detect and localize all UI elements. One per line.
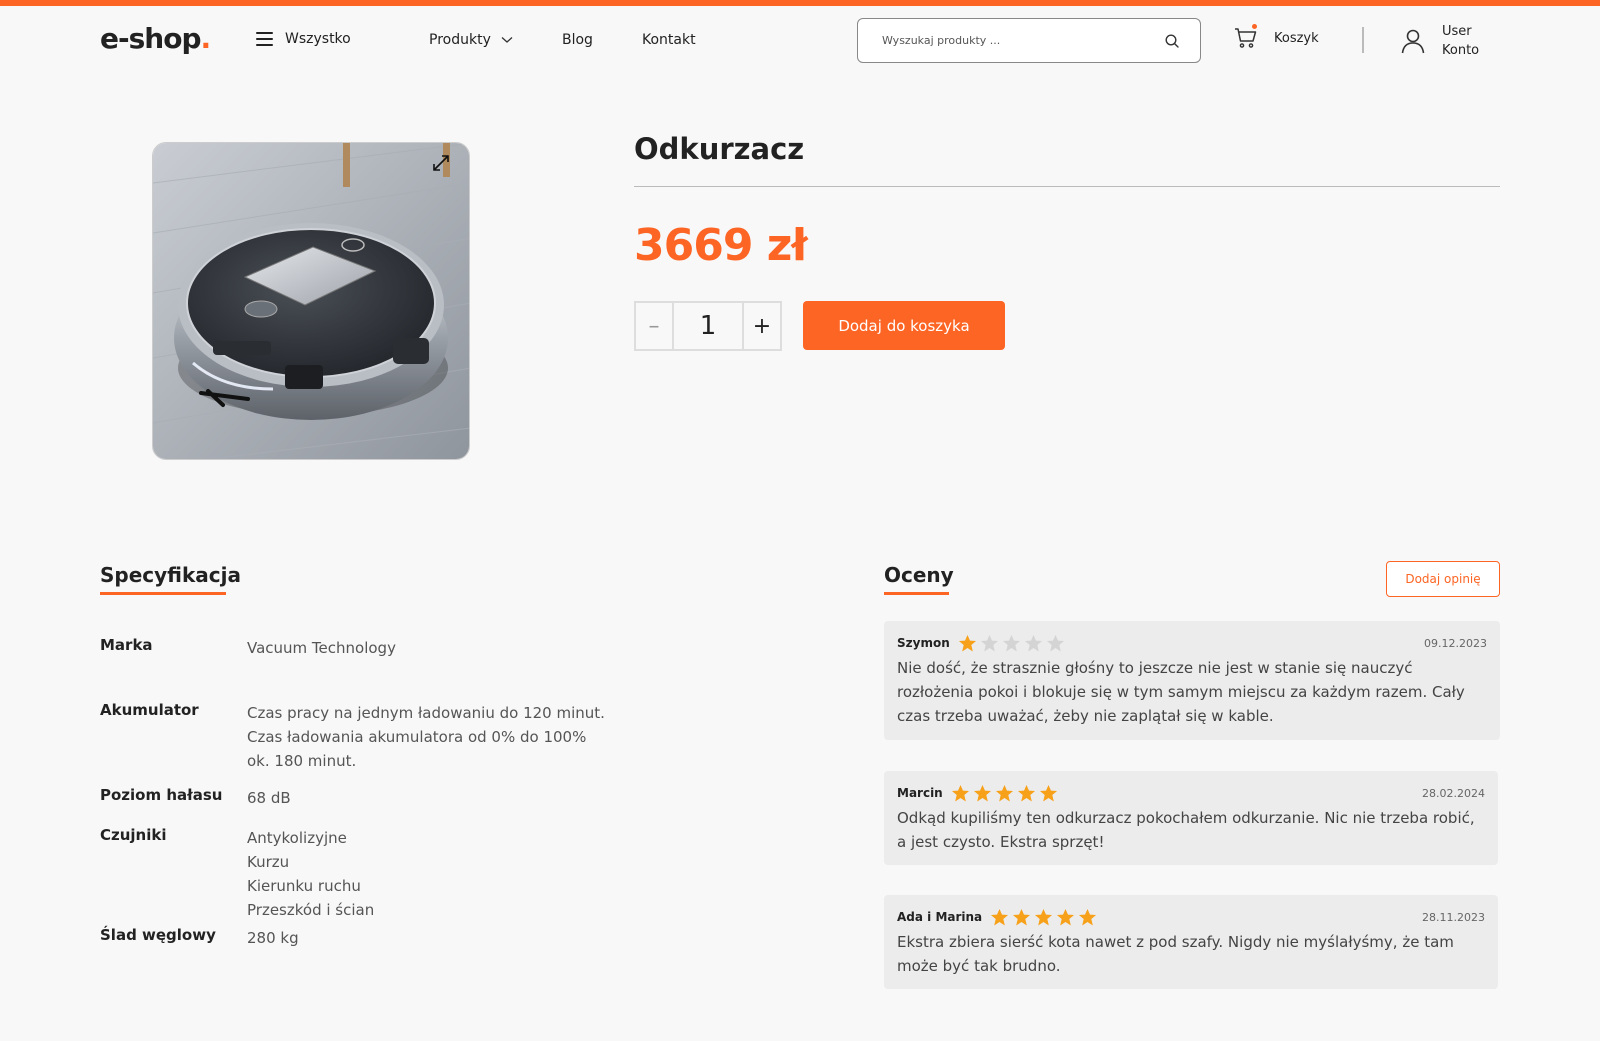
review-card: Marcin 28.02.2024 Odkąd kupiliśmy ten od… [884,771,1498,865]
spec-value-line: Kierunku ruchu [247,877,361,895]
spec-value-line: 280 kg [247,929,299,947]
spec-title-underline [100,592,226,595]
star-filled-icon [958,634,976,651]
title-divider [634,186,1500,187]
spec-row-noise: Poziom hałasu 68 dB [100,786,660,810]
chevron-down-icon [501,37,513,43]
review-text: Nie dość, że strasznie głośny to jeszcze… [897,659,1465,725]
reviews-title-underline [884,592,949,595]
user-icon [1401,29,1425,54]
star-empty-icon [1002,634,1020,651]
spec-key: Marka [100,636,153,654]
spec-key: Poziom hałasu [100,786,223,804]
logo-text: e-shop [100,22,201,55]
spec-value: Vacuum Technology [247,636,396,660]
star-filled-icon [995,784,1013,801]
spec-value-line: Przeszkód i ścian [247,901,375,919]
spec-value-line: Kurzu [247,853,290,871]
add-review-button[interactable]: Dodaj opinię [1386,561,1500,597]
star-rating [958,634,1065,653]
star-rating [990,908,1097,927]
account-konto-label: Konto [1442,43,1480,58]
review-date: 28.11.2023 [1422,910,1485,924]
star-filled-icon [951,784,969,801]
spec-value-line: Czas ładowania akumulatora od 0% do 100% [247,728,587,746]
nav-products-label: Produkty [429,32,491,48]
nav-all-label: Wszystko [285,31,351,47]
spec-value-line: ok. 180 minut. [247,752,357,770]
star-rating [951,784,1058,803]
search-icon[interactable] [1164,33,1180,49]
quantity-input[interactable] [674,303,742,349]
expand-icon[interactable] [431,153,451,173]
quantity-decrease-button[interactable]: – [636,303,674,349]
spec-value-line: 68 dB [247,789,291,807]
spec-value-line: Czas pracy na jednym ładowaniu do 120 mi… [247,704,605,722]
robot-vacuum-image [153,143,469,459]
star-filled-icon [1039,784,1057,801]
spec-value: Antykolizyjne Kurzu Kierunku ruchu Przes… [247,826,374,922]
spec-key: Akumulator [100,701,199,719]
review-date: 28.02.2024 [1422,786,1485,800]
product-price: 3669 zł [634,220,808,271]
star-empty-icon [1024,634,1042,651]
review-card: Ada i Marina 28.11.2023 Ekstra zbiera si… [884,895,1498,989]
star-filled-icon [973,784,991,801]
add-to-cart-button[interactable]: Dodaj do koszyka [803,301,1005,350]
review-date: 09.12.2023 [1424,636,1487,650]
spec-row-brand: Marka Vacuum Technology [100,636,660,660]
search-input[interactable] [882,34,1164,47]
account-button[interactable]: User Konto [1400,22,1479,60]
quantity-increase-button[interactable]: + [742,303,780,349]
review-author: Marcin [897,786,943,800]
spec-key: Ślad węglowy [100,926,216,944]
spec-value-line: Vacuum Technology [247,639,396,657]
cart-button[interactable]: Koszyk [1234,24,1319,50]
quantity-stepper: – + [634,301,782,351]
nav-contact[interactable]: Kontakt [642,32,696,48]
star-empty-icon [1046,634,1064,651]
star-empty-icon [980,634,998,651]
top-accent-bar [0,0,1600,6]
spec-value: 68 dB [247,786,291,810]
spec-section-title: Specyfikacja [100,563,242,587]
spec-row-battery: Akumulator Czas pracy na jednym ładowani… [100,701,660,773]
star-filled-icon [1035,908,1053,925]
header-divider [1362,27,1364,53]
spec-value: 280 kg [247,926,299,950]
review-text: Ekstra zbiera sierść kota nawet z pod sz… [897,933,1454,975]
product-title: Odkurzacz [634,132,805,166]
cart-icon [1234,24,1258,50]
product-image[interactable] [152,142,470,460]
review-author: Ada i Marina [897,910,983,924]
star-filled-icon [991,908,1009,925]
review-text: Odkąd kupiliśmy ten odkurzacz pokochałem… [897,809,1475,851]
spec-value-line: Antykolizyjne [247,829,347,847]
logo[interactable]: e-shop. [100,22,212,55]
logo-dot: . [200,22,212,55]
nav-blog[interactable]: Blog [562,32,593,48]
hamburger-menu-icon [256,32,273,46]
nav-all-categories[interactable]: Wszystko [256,31,351,47]
spec-key: Czujniki [100,826,167,844]
spec-row-carbon: Ślad węglowy 280 kg [100,926,660,950]
star-filled-icon [1057,908,1075,925]
reviews-section-title: Oceny [884,563,954,587]
review-card: Szymon 09.12.2023 Nie dość, że strasznie… [884,621,1500,740]
review-author: Szymon [897,636,950,650]
star-filled-icon [1017,784,1035,801]
nav-products[interactable]: Produkty [429,32,513,48]
spec-value: Czas pracy na jednym ładowaniu do 120 mi… [247,701,605,773]
account-user-label: User [1442,24,1472,39]
search-bar [857,18,1201,63]
cart-label: Koszyk [1274,30,1319,46]
cart-badge-dot [1252,24,1257,29]
spec-row-sensors: Czujniki Antykolizyjne Kurzu Kierunku ru… [100,826,660,922]
star-filled-icon [1079,908,1097,925]
star-filled-icon [1013,908,1031,925]
